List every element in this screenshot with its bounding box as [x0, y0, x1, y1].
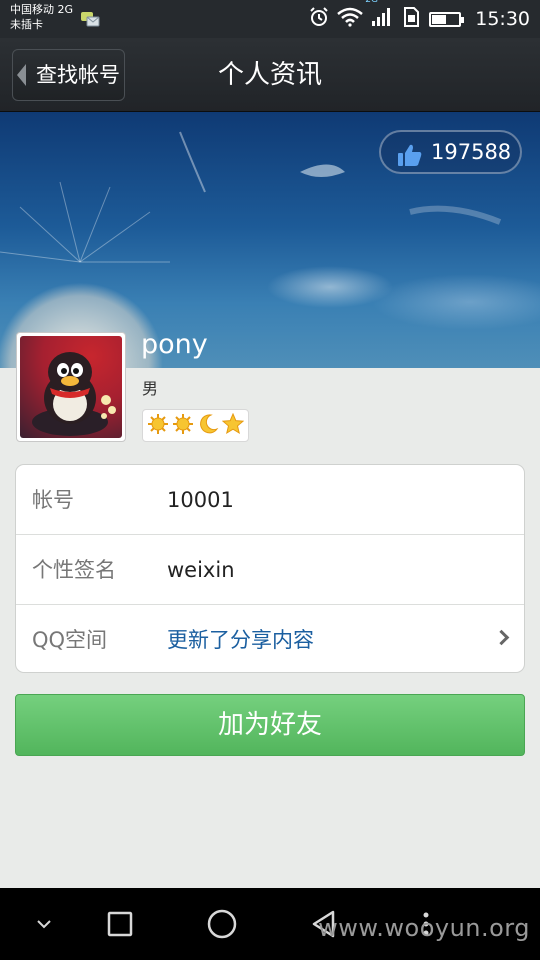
qzone-label: QQ空间	[32, 628, 108, 652]
signature-value: weixin	[167, 558, 235, 582]
recent-apps-icon[interactable]	[90, 888, 150, 960]
star-icon	[221, 412, 245, 439]
nickname: pony	[141, 329, 208, 360]
add-friend-button[interactable]: 加为好友	[15, 694, 525, 756]
status-bar: 中国移动 2G 未插卡 15:30	[0, 0, 540, 38]
sim-status: 未插卡	[10, 18, 43, 31]
qzone-row[interactable]: QQ空间 更新了分享内容	[16, 605, 524, 672]
wifi-icon	[337, 7, 364, 32]
home-icon[interactable]	[192, 888, 252, 960]
title-bar: 查找帐号 个人资讯	[0, 38, 540, 112]
sms-notification-icon	[80, 9, 100, 31]
carrier-name: 中国移动 2G	[10, 3, 74, 16]
account-row: 帐号 10001	[16, 465, 524, 535]
page-title: 个人资讯	[217, 60, 322, 90]
collapse-icon[interactable]	[14, 888, 74, 960]
qzone-value: 更新了分享内容	[167, 628, 314, 652]
carrier-info: 中国移动 2G 未插卡	[10, 2, 73, 32]
like-count: 197588	[431, 140, 512, 164]
network-type-badge: 2G	[365, 0, 378, 5]
gender: 男	[142, 379, 159, 398]
signature-row: 个性签名 weixin	[16, 535, 524, 605]
watermark: www.wooyun.org	[318, 914, 530, 942]
avatar-image	[20, 336, 122, 438]
signature-label: 个性签名	[32, 558, 116, 582]
cover-photo: 197588	[0, 112, 540, 368]
info-card: 帐号 10001 个性签名 weixin QQ空间 更新了分享内容	[15, 464, 525, 673]
chevron-right-icon	[493, 629, 510, 646]
qq-penguin-icon	[32, 352, 116, 436]
like-button[interactable]: 197588	[379, 130, 522, 174]
navigation-bar: www.wooyun.org	[0, 888, 540, 960]
signal-icon: 2G	[365, 0, 393, 32]
sun-icon	[147, 413, 169, 439]
screen: 中国移动 2G 未插卡 15:30 查找帐号 个人资讯 197588 pony …	[0, 0, 540, 960]
battery-icon	[429, 11, 465, 27]
battery-level	[432, 14, 447, 24]
sim-icon	[401, 6, 421, 33]
qq-level-badge[interactable]	[142, 409, 249, 442]
thumbs-up-icon	[397, 140, 423, 166]
alarm-icon	[309, 6, 329, 32]
clock: 15:30	[475, 8, 530, 30]
account-value: 10001	[167, 488, 234, 512]
account-label: 帐号	[32, 488, 74, 512]
avatar[interactable]	[16, 332, 126, 442]
status-icons: 2G 15:30	[309, 0, 530, 38]
moon-icon	[197, 413, 219, 439]
sun-icon	[172, 413, 194, 439]
